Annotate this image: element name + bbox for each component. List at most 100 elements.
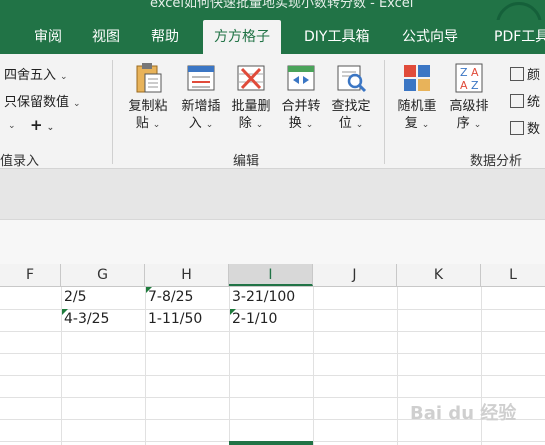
cell-g1[interactable]: 2/5	[64, 289, 87, 305]
plus-icon: +	[30, 116, 43, 134]
chevron-down-icon: ⌄	[46, 123, 55, 133]
column-header-h[interactable]: H	[145, 264, 229, 286]
round-button[interactable]: 四舍五入 ⌄	[4, 64, 68, 83]
svg-text:Z: Z	[460, 66, 468, 79]
chevron-down-icon: ⌄	[255, 120, 264, 130]
window-title: excel如何快速批量地实现小数转分数 - Excel	[150, 0, 414, 11]
tab-diy-toolbox[interactable]: DIY工具箱	[304, 20, 376, 54]
grid-column-line	[145, 287, 146, 445]
group-data-analysis-label: 数据分析	[470, 154, 523, 169]
column-header-j[interactable]: J	[313, 264, 397, 286]
clipboard-icon	[131, 62, 165, 94]
insert-line1: 新增插	[181, 99, 221, 114]
chevron-down-icon: ⌄	[421, 120, 430, 130]
batch-delete-line1: 批量删	[231, 99, 271, 114]
merge-convert-button[interactable]: 合并转 换 ⌄	[276, 62, 326, 134]
find-locate-button[interactable]: 查找定 位 ⌄	[326, 62, 376, 134]
formula-bar-area	[0, 219, 545, 264]
batch-delete-button[interactable]: 批量删 除 ⌄	[226, 62, 276, 134]
tab-review[interactable]: 审阅	[34, 20, 68, 54]
worksheet-grid[interactable]: 2/5 7-8/25 3-21/100 4-3/25 1-11/50 2-1/1…	[0, 287, 545, 445]
data-button[interactable]: 数	[510, 118, 540, 137]
column-header-f[interactable]: F	[0, 264, 61, 286]
find-locate-line2: 位	[338, 116, 352, 131]
cell-i1[interactable]: 3-21/100	[232, 289, 295, 305]
chevron-down-icon: ⌄	[73, 99, 81, 109]
chevron-down-icon: ⌄	[8, 121, 16, 131]
column-header-l[interactable]: L	[481, 264, 545, 286]
more-chevron[interactable]: ⌄	[4, 117, 16, 132]
advanced-sort-line2: 序	[456, 116, 470, 131]
column-header-i[interactable]: I	[229, 264, 313, 286]
round-label: 四舍五入	[4, 68, 57, 83]
ribbon-tab-bar: 审阅 视图 帮助 方方格子 DIY工具箱 公式向导 PDF工具	[0, 20, 545, 54]
copy-paste-button[interactable]: 复制粘 贴 ⌄	[123, 62, 173, 134]
group-value-entry-label: 值录入	[0, 154, 40, 169]
grid-column-line	[313, 287, 314, 445]
data-label: 数	[527, 122, 541, 137]
merge-convert-line2: 换	[288, 116, 302, 131]
grid-column-line	[397, 287, 398, 445]
watermark: Bai du 经验	[410, 403, 517, 424]
cell-h1[interactable]: 7-8/25	[148, 289, 193, 305]
title-bar: excel如何快速批量地实现小数转分数 - Excel	[0, 0, 545, 20]
chevron-down-icon: ⌄	[152, 120, 161, 130]
svg-text:Z: Z	[471, 79, 479, 92]
stats-label: 统	[527, 95, 541, 110]
copy-paste-line2: 贴	[135, 116, 149, 131]
color-button[interactable]: 颜	[510, 64, 540, 83]
advanced-sort-button[interactable]: ZAAZ 高级排 序 ⌄	[444, 62, 494, 134]
random-repeat-line2: 复	[404, 116, 418, 131]
grid-row-line	[0, 375, 545, 376]
data-icon	[510, 121, 524, 135]
tab-formula-wizard[interactable]: 公式向导	[402, 20, 464, 54]
chevron-down-icon: ⌄	[60, 72, 68, 82]
insert-icon	[184, 62, 218, 94]
random-repeat-icon	[400, 62, 434, 94]
insert-button[interactable]: 新增插 入 ⌄	[176, 62, 226, 134]
cell-h2[interactable]: 1-11/50	[148, 311, 202, 327]
ribbon-separator	[384, 60, 385, 164]
merge-convert-icon	[284, 62, 318, 94]
ribbon-collapse-area	[0, 169, 545, 219]
delete-icon	[234, 62, 268, 94]
tab-help[interactable]: 帮助	[151, 20, 185, 54]
grid-row-line	[0, 309, 545, 310]
stats-icon	[510, 94, 524, 108]
advanced-sort-line1: 高级排	[449, 99, 489, 114]
smile-icon[interactable]	[496, 2, 542, 20]
find-locate-line1: 查找定	[331, 99, 371, 114]
grid-row-line	[0, 331, 545, 332]
chevron-down-icon: ⌄	[205, 120, 214, 130]
column-header-bar: F G H I J K L	[0, 264, 545, 287]
keep-values-button[interactable]: 只保留数值 ⌄	[4, 91, 81, 110]
column-header-g[interactable]: G	[61, 264, 145, 286]
batch-delete-line2: 除	[238, 116, 252, 131]
chevron-down-icon: ⌄	[355, 120, 364, 130]
cell-g2[interactable]: 4-3/25	[64, 311, 109, 327]
color-icon	[510, 67, 524, 81]
stats-button[interactable]: 统	[510, 91, 540, 110]
copy-paste-line1: 复制粘	[128, 99, 168, 114]
merge-convert-line1: 合并转	[281, 99, 321, 114]
random-repeat-line1: 随机重	[397, 99, 437, 114]
group-edit-label: 编辑	[233, 154, 260, 169]
selection-border	[229, 441, 313, 445]
tab-fangfangezi[interactable]: 方方格子	[203, 20, 281, 54]
svg-text:A: A	[471, 66, 479, 79]
plus-button[interactable]: + ⌄	[30, 116, 54, 134]
column-header-k[interactable]: K	[397, 264, 481, 286]
grid-row-line	[0, 397, 545, 398]
random-repeat-button[interactable]: 随机重 复 ⌄	[392, 62, 442, 134]
chevron-down-icon: ⌄	[305, 120, 314, 130]
ribbon-separator	[112, 60, 113, 164]
chevron-down-icon: ⌄	[473, 120, 482, 130]
sort-az-icon: ZAAZ	[452, 62, 486, 94]
tab-pdf-tools[interactable]: PDF工具	[494, 20, 545, 54]
keep-values-label: 只保留数值	[4, 95, 70, 110]
find-locate-icon	[334, 62, 368, 94]
cell-i2[interactable]: 2-1/10	[232, 311, 277, 327]
grid-row-line	[0, 353, 545, 354]
insert-line2: 入	[188, 116, 202, 131]
tab-view[interactable]: 视图	[92, 20, 126, 54]
